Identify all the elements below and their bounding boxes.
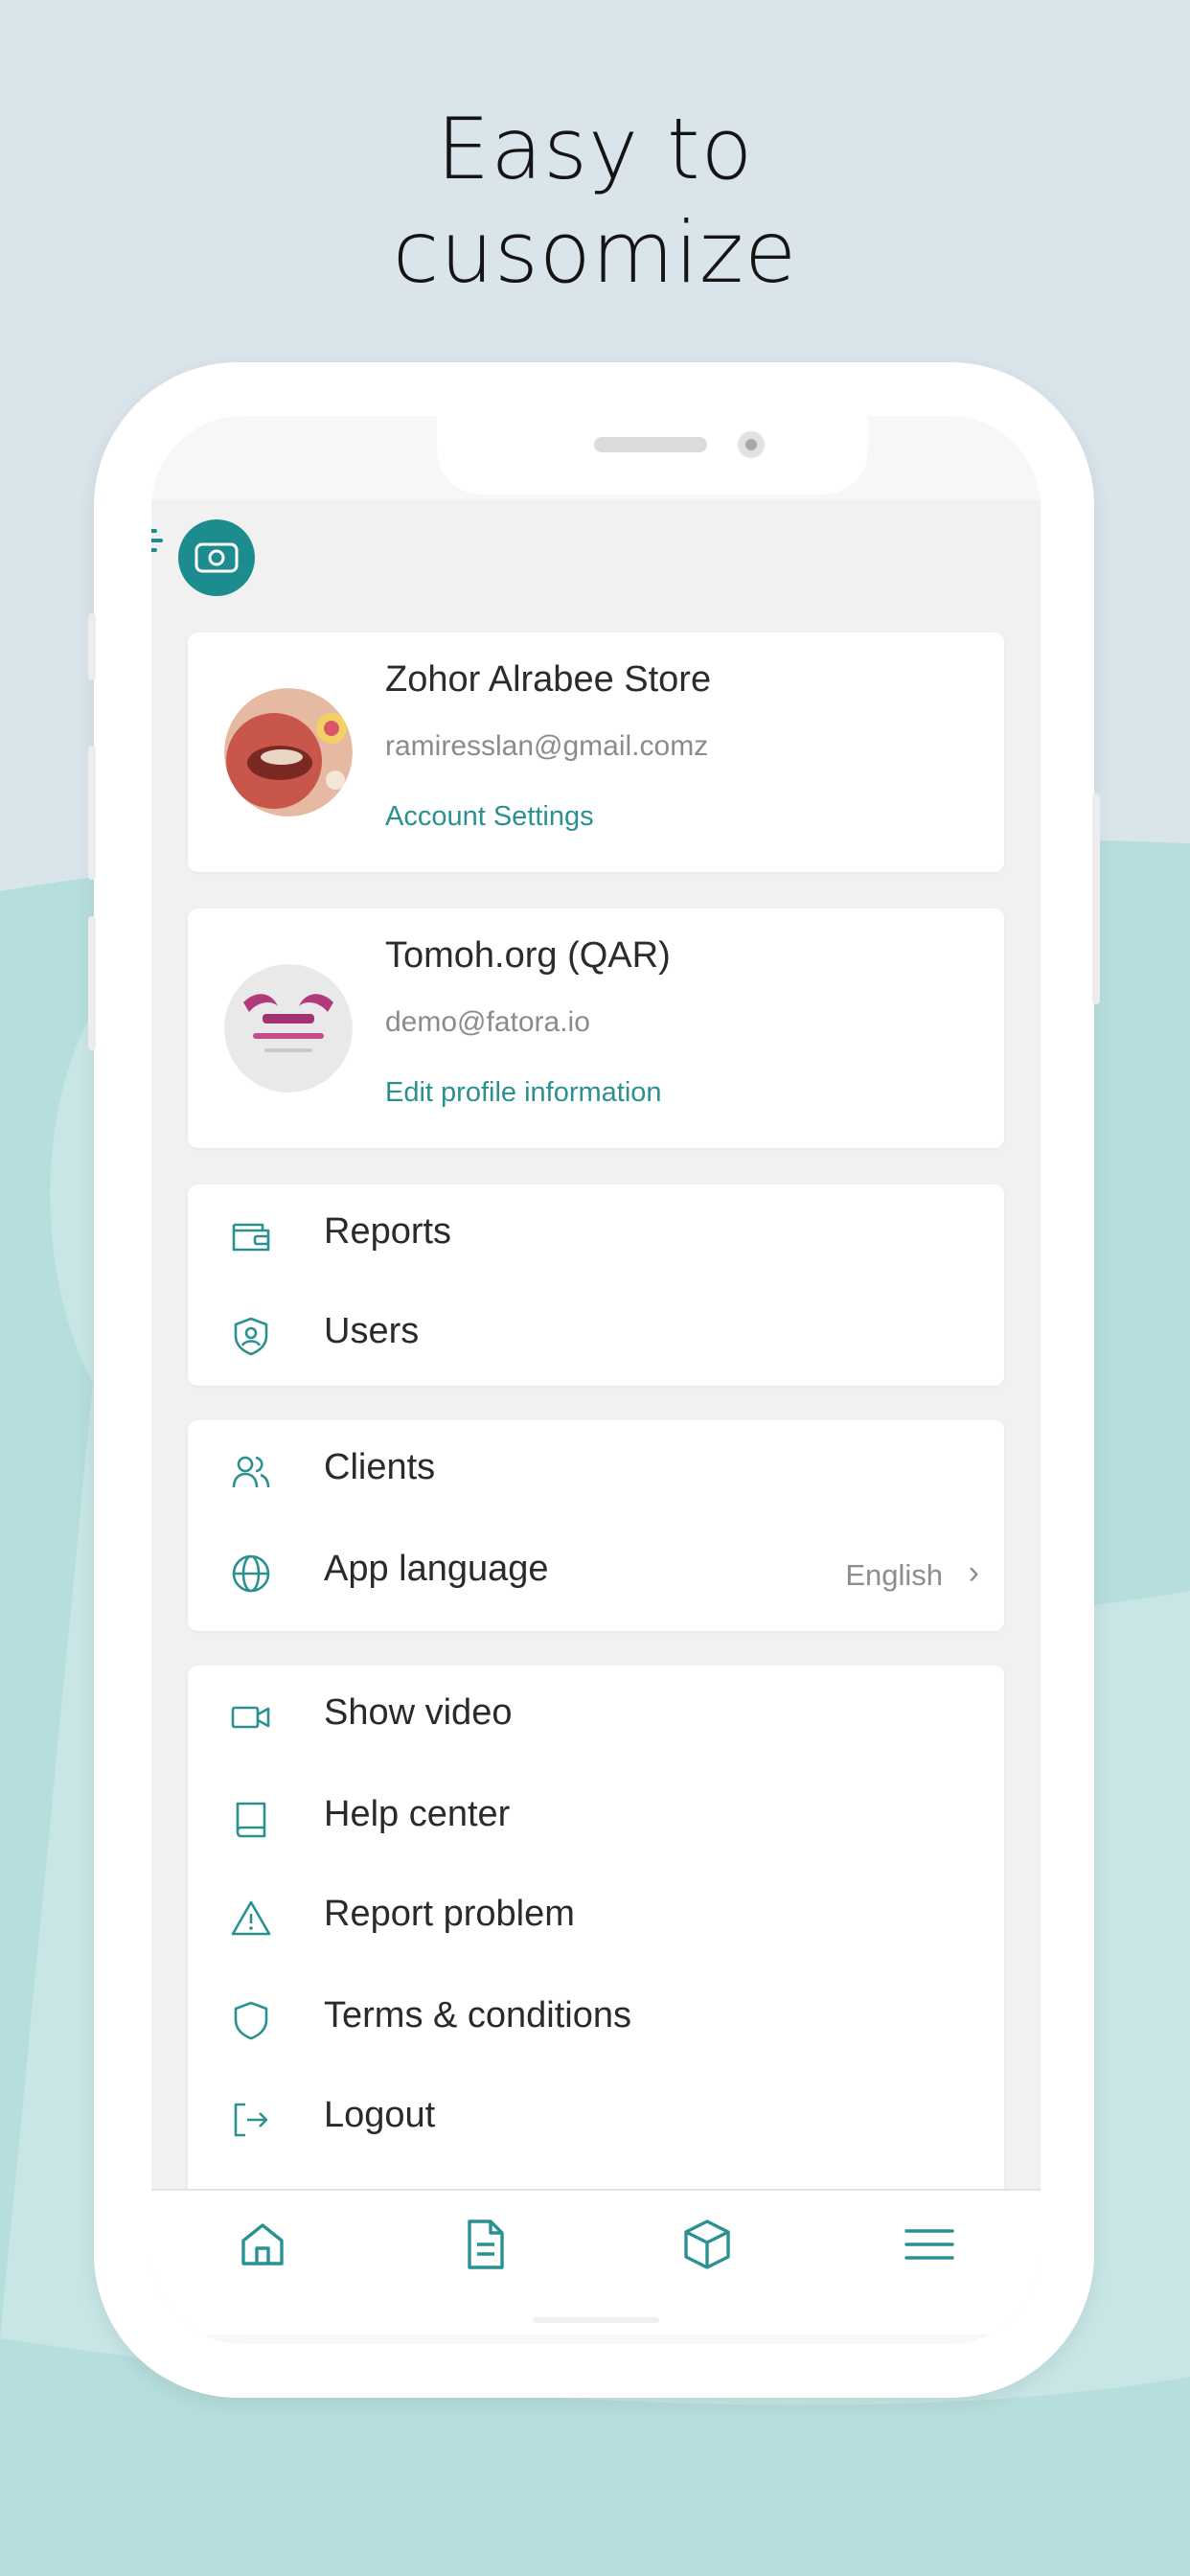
avatar-store xyxy=(224,688,353,816)
menu-group-preferences: Clients App language English › xyxy=(188,1420,1004,1631)
menu-item-label: Help center xyxy=(324,1794,511,1834)
video-icon xyxy=(231,1706,270,1729)
box-icon[interactable] xyxy=(678,2216,736,2273)
menu-item-label: Terms & conditions xyxy=(324,1995,632,2036)
phone-volume-up xyxy=(88,746,96,880)
menu-item-label: Show video xyxy=(324,1692,513,1733)
headline: Easy to cusomize xyxy=(0,98,1190,305)
menu-icon[interactable] xyxy=(901,2216,958,2273)
users-icon xyxy=(232,1456,270,1488)
language-value: English xyxy=(845,1558,943,1592)
home-indicator xyxy=(533,2317,659,2323)
shield-icon xyxy=(234,2001,268,2040)
warning-icon xyxy=(231,1900,271,1936)
headline-line-1: Easy to xyxy=(436,100,754,198)
phone-screen: Zohor Alrabee Store ramiresslan@gmail.co… xyxy=(151,416,1041,2344)
profile-card-store[interactable]: Zohor Alrabee Store ramiresslan@gmail.co… xyxy=(188,632,1004,872)
front-camera xyxy=(738,431,765,458)
avatar-organization xyxy=(224,964,353,1092)
menu-item-app-language[interactable]: App language English › xyxy=(188,1522,1004,1622)
phone-mute-switch xyxy=(88,613,96,680)
chevron-right-icon: › xyxy=(968,1554,979,1591)
profile-name: Tomoh.org (QAR) xyxy=(385,935,671,976)
menu-item-show-video[interactable]: Show video xyxy=(188,1666,1004,1765)
phone-volume-down xyxy=(88,916,96,1050)
logout-icon xyxy=(234,2103,268,2137)
home-icon[interactable] xyxy=(234,2216,291,2273)
menu-item-users[interactable]: Users xyxy=(188,1284,1004,1384)
user-shield-icon xyxy=(234,1317,268,1356)
menu-item-label: Reports xyxy=(324,1211,452,1252)
wallet-icon xyxy=(232,1223,270,1252)
speaker xyxy=(594,437,707,452)
phone-notch xyxy=(437,416,868,494)
menu-item-logout[interactable]: Logout xyxy=(188,2068,1004,2168)
menu-item-clients[interactable]: Clients xyxy=(188,1420,1004,1520)
book-icon xyxy=(236,1802,266,1838)
menu-item-label: Clients xyxy=(324,1447,436,1487)
profile-card-organization[interactable]: Tomoh.org (QAR) demo@fatora.io Edit prof… xyxy=(188,908,1004,1148)
profile-email: demo@fatora.io xyxy=(385,1006,590,1038)
document-icon[interactable] xyxy=(456,2216,514,2273)
menu-item-label: Report problem xyxy=(324,1894,575,1934)
speed-lines-icon xyxy=(151,529,163,552)
menu-item-help-center[interactable]: Help center xyxy=(188,1767,1004,1867)
fatora-logo-icon[interactable] xyxy=(178,519,255,596)
menu-item-terms[interactable]: Terms & conditions xyxy=(188,1968,1004,2068)
phone-frame: Zohor Alrabee Store ramiresslan@gmail.co… xyxy=(88,362,1100,2398)
account-settings-link[interactable]: Account Settings xyxy=(385,801,594,833)
menu-item-report-problem[interactable]: Report problem xyxy=(188,1867,1004,1966)
bottom-tab-bar xyxy=(151,2189,1041,2334)
profile-name: Zohor Alrabee Store xyxy=(385,659,712,700)
menu-group-admin: Reports Users xyxy=(188,1184,1004,1386)
menu-item-label: Logout xyxy=(324,2095,436,2135)
edit-profile-link[interactable]: Edit profile information xyxy=(385,1077,662,1109)
globe-icon xyxy=(232,1554,270,1593)
menu-group-support: Show video Help center Report problem Te… xyxy=(188,1666,1004,2202)
menu-item-label: App language xyxy=(324,1549,549,1589)
menu-item-reports[interactable]: Reports xyxy=(188,1184,1004,1284)
profile-email: ramiresslan@gmail.comz xyxy=(385,730,709,762)
headline-line-2: cusomize xyxy=(392,203,798,302)
phone-power-button xyxy=(1092,794,1100,1004)
settings-screen: Zohor Alrabee Store ramiresslan@gmail.co… xyxy=(151,500,1041,2334)
menu-item-label: Users xyxy=(324,1311,420,1351)
